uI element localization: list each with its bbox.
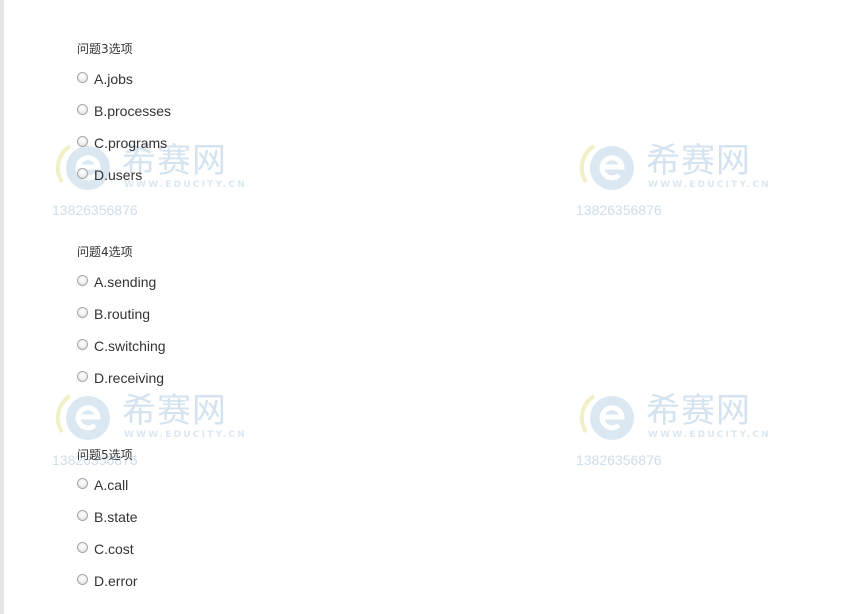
option-label: C.programs (94, 135, 168, 151)
option-3c[interactable]: C.programs (77, 132, 167, 154)
watermark-phone: 13826356876 (52, 202, 138, 218)
option-label: A.call (94, 477, 129, 493)
option-3b[interactable]: B.processes (77, 100, 171, 122)
option-5c[interactable]: C.cost (77, 538, 134, 560)
option-label: B.state (94, 509, 138, 525)
radio-button[interactable] (77, 103, 88, 115)
watermark: 希赛网 WWW.EDUCITY.CN 13826356876 (572, 140, 772, 220)
educity-e-logo-icon (579, 394, 634, 440)
watermark-url: WWW.EDUCITY.CN (648, 180, 771, 190)
watermark-phone: 13826356876 (576, 452, 662, 468)
watermark-url: WWW.EDUCITY.CN (648, 430, 771, 440)
option-label: D.error (94, 573, 138, 589)
option-label: B.processes (94, 103, 172, 119)
option-3a[interactable]: A.jobs (77, 68, 133, 90)
question-title: 问题3选项 (77, 42, 133, 56)
radio-button[interactable] (77, 509, 88, 521)
question-5-options: 问题5选项 A.call B.state C.cost D.error (77, 446, 138, 589)
option-5d[interactable]: D.error (77, 570, 138, 592)
question-4-options: 问题4选项 A.sending B.routing C.switching D.… (77, 243, 166, 386)
option-3d[interactable]: D.users (77, 164, 142, 186)
watermark-brand: 希赛网 (646, 141, 751, 181)
radio-button[interactable] (77, 541, 88, 553)
educity-e-logo-icon (55, 394, 110, 440)
watermark-brand: 希赛网 (646, 391, 751, 431)
question-title: 问题4选项 (77, 245, 133, 259)
watermark: 希赛网 WWW.EDUCITY.CN 13826356876 (572, 390, 772, 470)
option-4c[interactable]: C.switching (77, 335, 166, 357)
educity-e-logo-icon (579, 144, 634, 190)
option-label: B.routing (94, 306, 151, 322)
option-label: A.jobs (94, 71, 133, 87)
option-4d[interactable]: D.receiving (77, 367, 164, 389)
watermark-phone: 13826356876 (576, 202, 662, 218)
radio-button[interactable] (77, 338, 88, 350)
question-3-options: 问题3选项 A.jobs B.processes C.programs D.us… (77, 40, 171, 183)
option-label: D.receiving (94, 370, 165, 386)
option-label: C.switching (94, 338, 166, 354)
radio-button[interactable] (77, 370, 88, 382)
watermark-url: WWW.EDUCITY.CN (124, 180, 247, 190)
radio-button[interactable] (77, 306, 88, 318)
option-4a[interactable]: A.sending (77, 271, 156, 293)
option-label: A.sending (94, 274, 157, 290)
radio-button[interactable] (77, 274, 88, 286)
option-label: C.cost (94, 541, 134, 557)
question-title: 问题5选项 (77, 448, 133, 462)
option-5b[interactable]: B.state (77, 506, 138, 528)
option-4b[interactable]: B.routing (77, 303, 150, 325)
radio-button[interactable] (77, 71, 88, 83)
radio-button[interactable] (77, 477, 88, 489)
watermark-brand: 希赛网 (122, 391, 227, 431)
radio-button[interactable] (77, 135, 88, 147)
radio-button[interactable] (77, 573, 88, 585)
watermark-url: WWW.EDUCITY.CN (124, 430, 247, 440)
radio-button[interactable] (77, 167, 88, 179)
quiz-page: 希赛网 WWW.EDUCITY.CN 13826356876 希赛网 WWW.E… (0, 0, 842, 614)
option-5a[interactable]: A.call (77, 474, 128, 496)
option-label: D.users (94, 167, 143, 183)
